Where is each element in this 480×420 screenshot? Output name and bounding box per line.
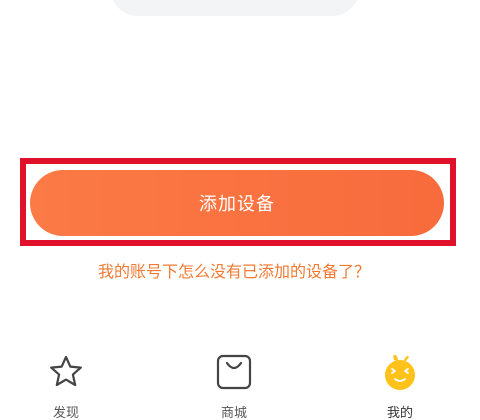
add-device-label: 添加设备 xyxy=(199,194,275,215)
star-icon xyxy=(46,352,86,392)
nav-label-mine: 我的 xyxy=(386,406,413,420)
missing-devices-help-link[interactable]: 我的账号下怎么没有已添加的设备了？ xyxy=(0,258,468,282)
nav-item-mine[interactable]: 我的 xyxy=(350,352,450,420)
nav-item-discover[interactable]: 发现 xyxy=(16,352,116,420)
top-card xyxy=(110,0,360,16)
screen: 添加设备 我的账号下怎么没有已添加的设备了？ 发现 商城 我的 xyxy=(0,0,480,420)
nav-label-mall: 商城 xyxy=(220,406,247,420)
mascot-face-icon xyxy=(380,352,420,392)
add-device-button[interactable]: 添加设备 xyxy=(30,170,444,236)
shopping-bag-icon xyxy=(214,352,254,392)
nav-label-discover: 发现 xyxy=(52,406,79,420)
nav-item-mall[interactable]: 商城 xyxy=(184,352,284,420)
